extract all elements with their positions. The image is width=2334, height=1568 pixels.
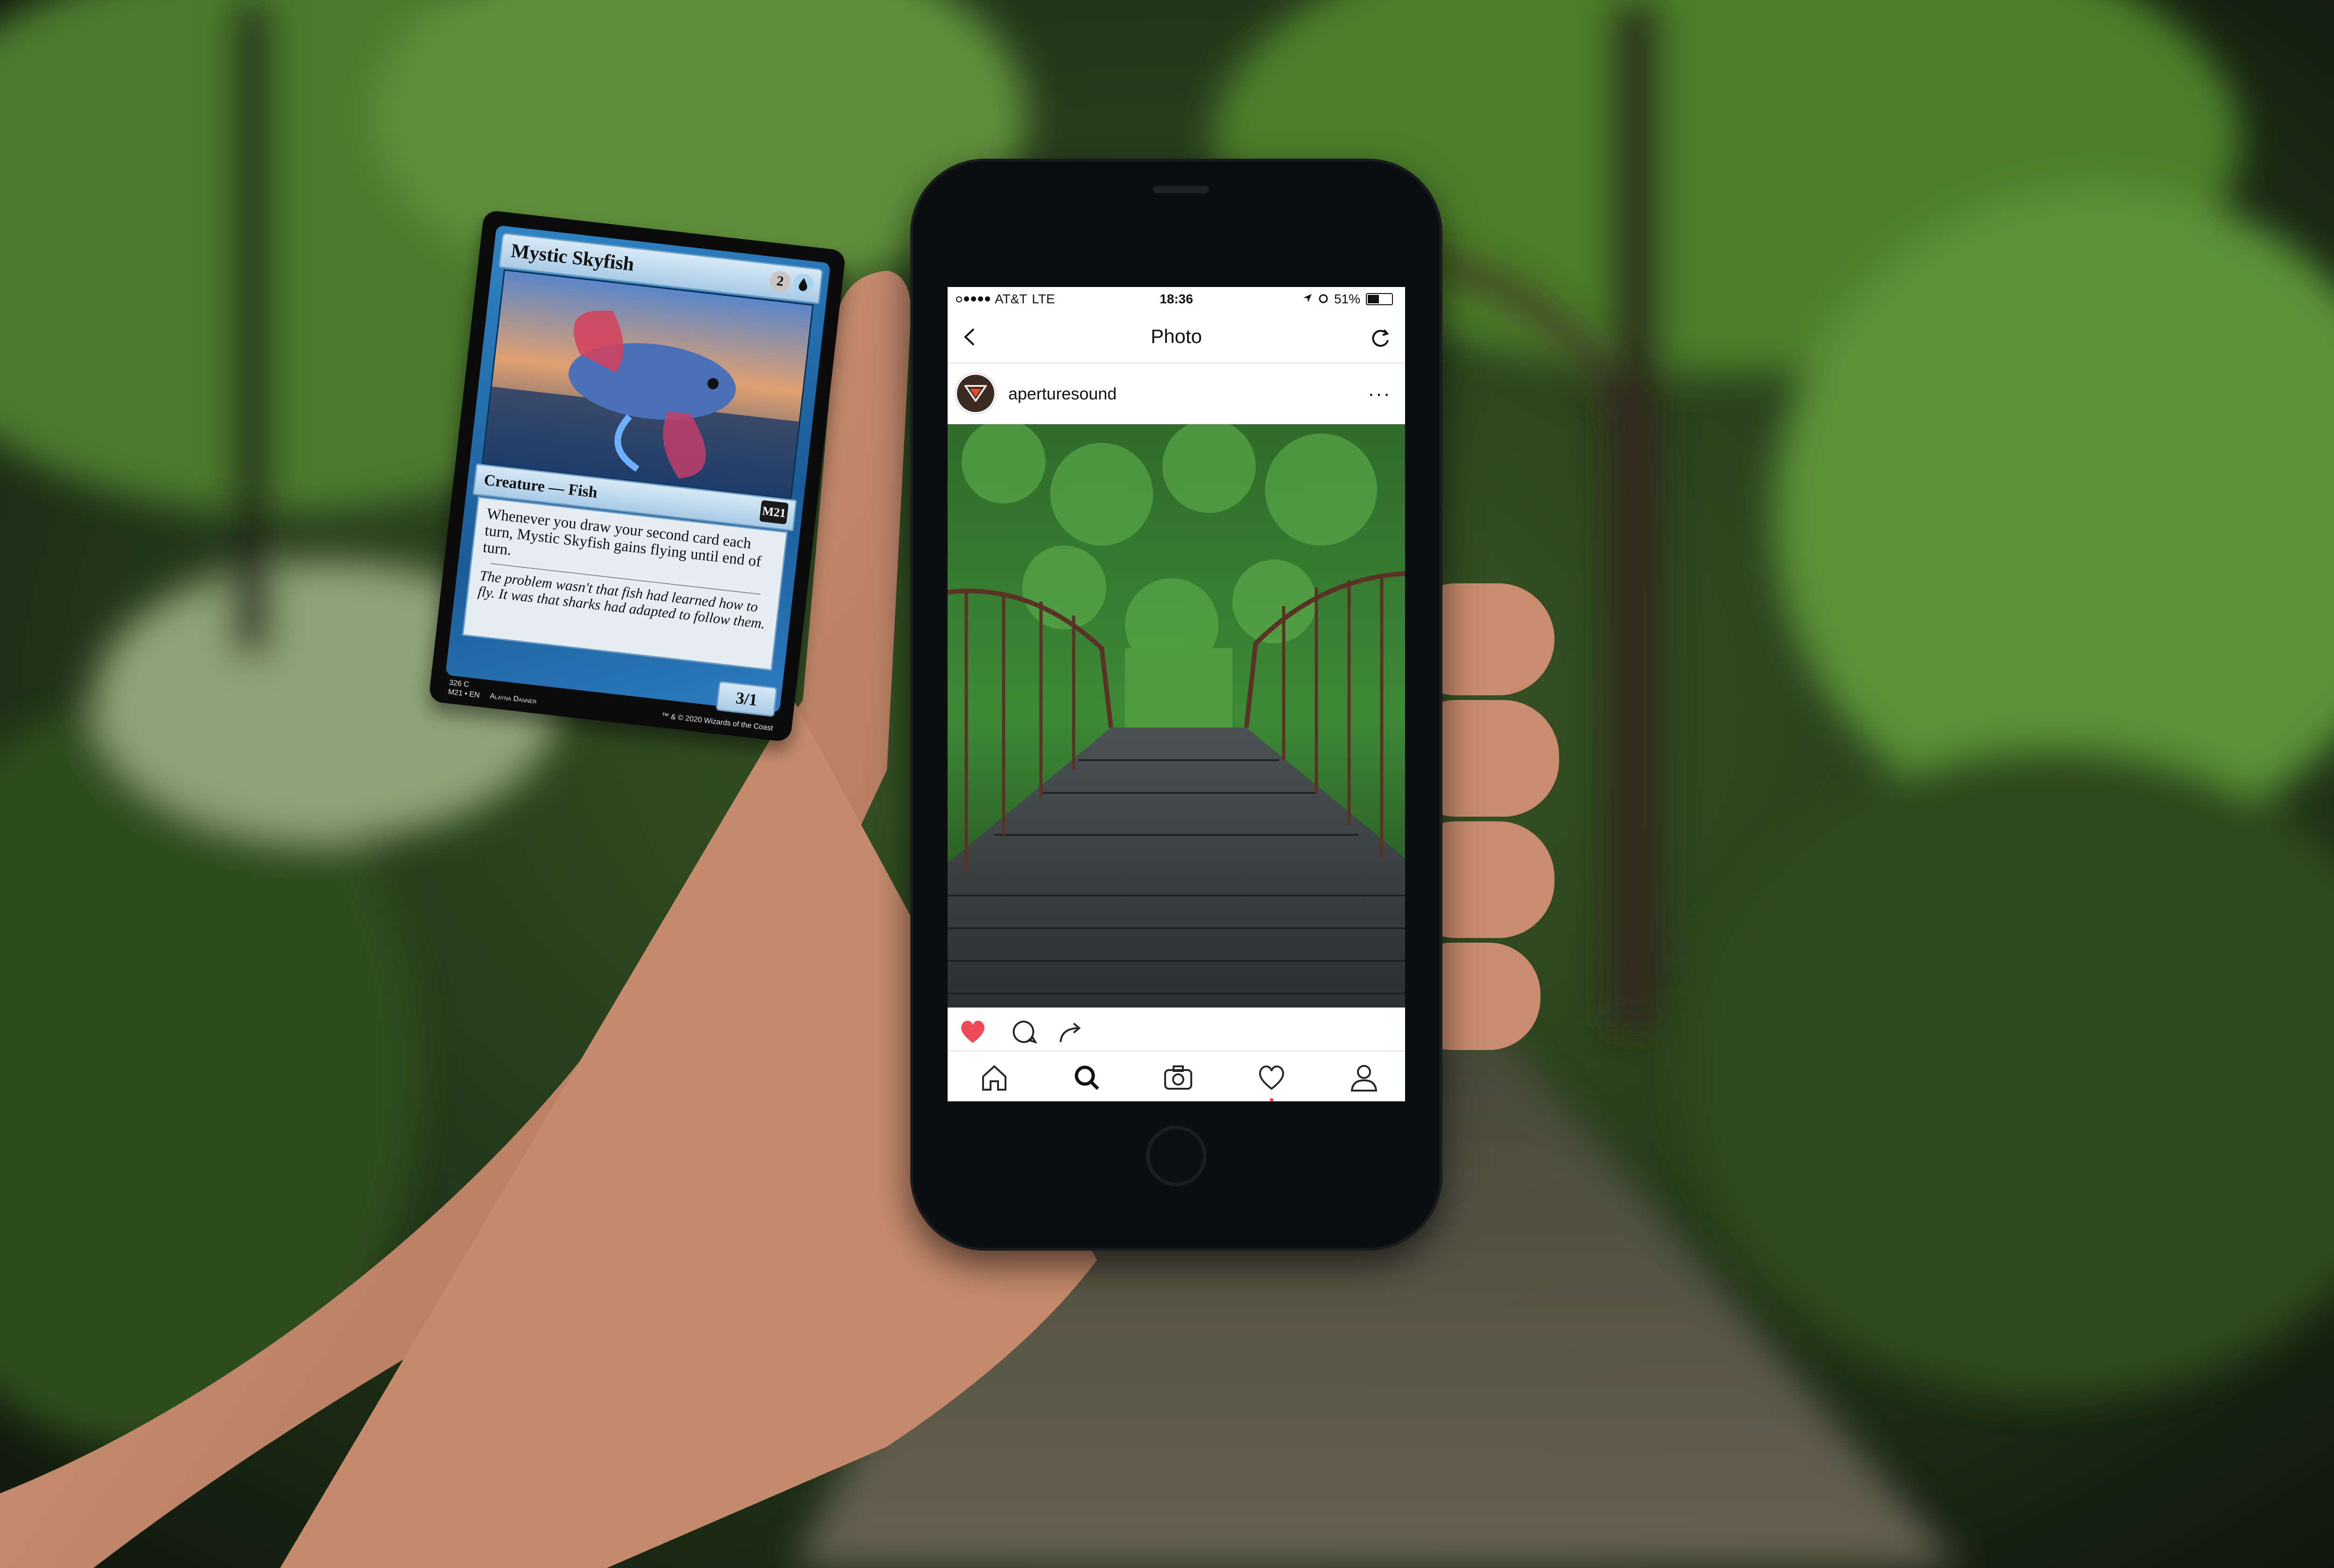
mana-cost: 2 bbox=[768, 270, 815, 295]
phone-screen: AT&T LTE 18:36 51% Photo aperturesound ·… bbox=[948, 287, 1405, 1101]
battery-icon bbox=[1366, 293, 1393, 305]
card-name: Mystic Skyfish bbox=[510, 240, 635, 276]
artist-credit: Alayna Danner bbox=[489, 692, 537, 706]
profile-icon[interactable] bbox=[1348, 1063, 1380, 1092]
page-title: Photo bbox=[1151, 325, 1202, 347]
camera-icon[interactable] bbox=[1162, 1063, 1194, 1092]
post-photo[interactable] bbox=[948, 424, 1405, 1008]
card-art bbox=[481, 269, 814, 500]
share-icon[interactable] bbox=[1057, 1019, 1085, 1045]
comment-icon[interactable] bbox=[1010, 1019, 1038, 1045]
tab-bar bbox=[948, 1050, 1405, 1101]
refresh-icon[interactable] bbox=[1369, 326, 1392, 350]
location-icon bbox=[1302, 292, 1313, 307]
set-symbol: M21 bbox=[759, 500, 789, 525]
notification-dot bbox=[1270, 1098, 1273, 1101]
blue-mana-icon bbox=[792, 273, 815, 295]
home-icon[interactable] bbox=[978, 1063, 1010, 1092]
search-icon[interactable] bbox=[1071, 1063, 1103, 1092]
post-actions bbox=[948, 1009, 1405, 1050]
status-right: 51% bbox=[1302, 292, 1393, 307]
smartphone: AT&T LTE 18:36 51% Photo aperturesound ·… bbox=[910, 159, 1442, 1251]
avatar[interactable] bbox=[957, 375, 994, 412]
alarm-icon bbox=[1318, 292, 1329, 307]
generic-mana-symbol: 2 bbox=[768, 270, 792, 293]
username[interactable]: aperturesound bbox=[1008, 384, 1117, 404]
photo-scene: AT&T LTE 18:36 51% Photo aperturesound ·… bbox=[0, 0, 2334, 1568]
trading-card: Mystic Skyfish 2 Creature — Fish M21 Whe… bbox=[428, 210, 846, 742]
navigation-bar: Photo bbox=[948, 311, 1405, 364]
post-header: aperturesound ··· bbox=[948, 364, 1405, 424]
heart-filled-icon[interactable] bbox=[959, 1019, 987, 1045]
collector-info: 326 C M21 • EN bbox=[448, 678, 481, 700]
heart-outline-icon[interactable] bbox=[1256, 1063, 1287, 1092]
home-button[interactable] bbox=[1146, 1126, 1207, 1186]
logo-icon bbox=[964, 385, 987, 402]
earpiece-speaker bbox=[1153, 186, 1209, 193]
more-options-button[interactable]: ··· bbox=[1368, 382, 1391, 406]
battery-percent: 51% bbox=[1334, 292, 1360, 306]
card-frame: Mystic Skyfish 2 Creature — Fish M21 Whe… bbox=[445, 225, 831, 717]
bridge-photo bbox=[948, 424, 1405, 1008]
card-type-line: Creature — Fish bbox=[483, 471, 598, 502]
status-bar: AT&T LTE 18:36 51% bbox=[948, 287, 1405, 311]
